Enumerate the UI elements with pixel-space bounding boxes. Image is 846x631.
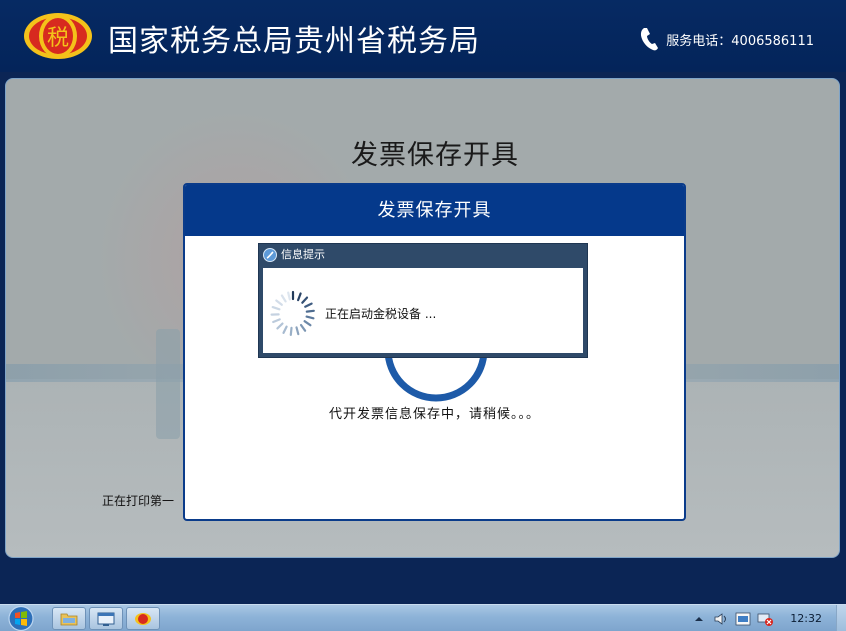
tax-app-icon [135,613,151,625]
printing-status: 正在打印第一 [102,494,175,508]
taskbar: 12:32 [0,604,846,631]
start-button[interactable] [2,605,40,631]
taskbar-window-button[interactable] [89,607,123,630]
emblem-label: 税 [47,26,69,51]
spinner-icon [270,290,315,337]
footer-band [0,562,846,604]
app-header: 税 国家税务总局贵州省税务局 服务电话：4006586111 [0,0,846,72]
taskbar-tax-app-button[interactable] [126,607,160,630]
background-decoration [156,329,180,439]
agency-title: 国家税务总局贵州省税务局 [108,24,480,59]
dialog-message: 代开发票信息保存中，请稍候。。。 [328,407,540,422]
page-title: 发票保存开具 [351,140,519,171]
show-hidden-icons-icon[interactable] [690,611,708,627]
network-disconnected-icon[interactable] [756,611,774,627]
volume-icon[interactable] [712,611,730,627]
show-desktop-button[interactable] [836,605,846,631]
system-clock[interactable]: 12:32 [790,612,822,625]
dialog-title: 发票保存开具 [185,185,684,236]
phone-label: 服务电话：4006586111 [666,33,814,49]
system-tray: 12:32 [690,605,846,631]
taskbar-explorer-button[interactable] [52,607,86,630]
popup-title: 信息提示 [281,248,325,261]
tax-emblem-icon: 税 [24,13,92,59]
window-icon [97,612,115,626]
phone-icon [641,28,659,51]
popup-message: 正在启动金税设备 ... [325,307,437,321]
info-popup: 信息提示 正在启动金税设备 ... [258,243,588,358]
popup-body: 正在启动金税设备 ... [263,268,583,353]
folder-icon [60,613,78,626]
service-phone: 服务电话：4006586111 [638,26,814,52]
language-icon[interactable] [734,611,752,627]
